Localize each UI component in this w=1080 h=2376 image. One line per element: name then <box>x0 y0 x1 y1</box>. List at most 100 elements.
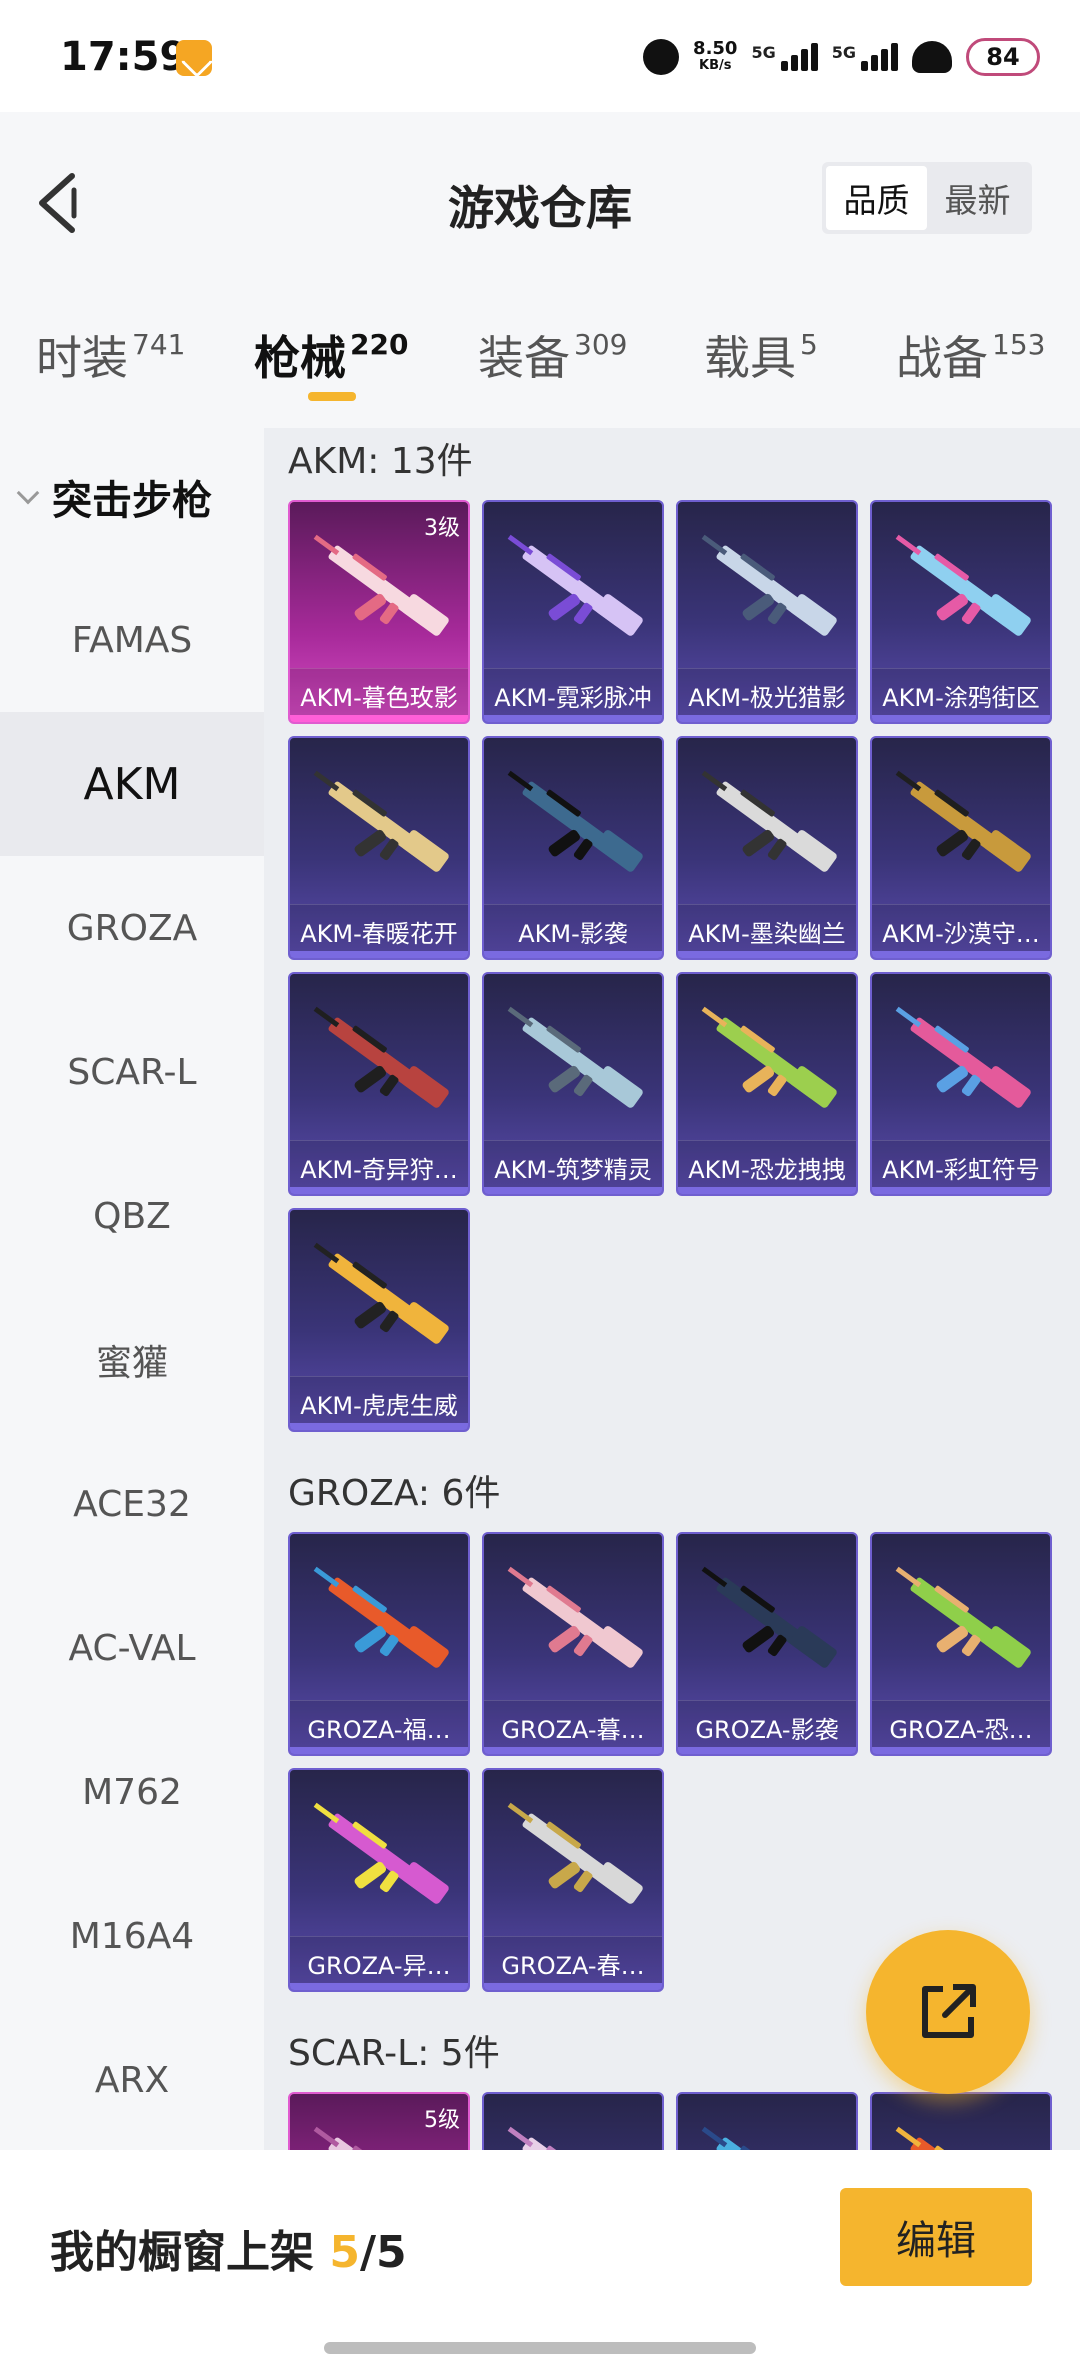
tab-equipment[interactable]: 装备 309 <box>478 322 627 388</box>
weapon-image <box>507 770 643 872</box>
skin-name: AKM-恐龙拽拽 <box>678 1140 856 1194</box>
chevron-down-icon <box>16 481 40 505</box>
skin-name: GROZA-春… <box>484 1936 662 1990</box>
skin-card[interactable]: GROZA-恐… <box>870 1532 1052 1756</box>
section-title-akm: AKM: 13件 <box>288 441 473 482</box>
rarity-bar <box>290 1187 468 1194</box>
skin-card[interactable] <box>482 2092 664 2150</box>
rarity-bar <box>872 1747 1050 1754</box>
page-header: 游戏仓库 品质 最新 <box>0 112 1080 282</box>
rarity-bar <box>484 951 662 958</box>
rarity-bar <box>290 715 468 722</box>
skin-card[interactable]: 5级 <box>288 2092 470 2150</box>
skin-card[interactable] <box>676 2092 858 2150</box>
sidebar-item-ace32[interactable]: ACE32 <box>0 1432 264 1576</box>
sidebar-item-ac-val[interactable]: AC-VAL <box>0 1576 264 1720</box>
skin-card[interactable]: GROZA-异… <box>288 1768 470 1992</box>
skin-card[interactable]: AKM-虎虎生威 <box>288 1208 470 1432</box>
skin-name: AKM-暮色玫影 <box>290 668 468 722</box>
sidebar-item-m16a4[interactable]: M16A4 <box>0 1864 264 2008</box>
active-tab-indicator <box>308 392 356 401</box>
share-button[interactable] <box>866 1930 1030 2094</box>
sidebar-item-honey-badger[interactable]: 蜜獾 <box>0 1288 264 1432</box>
sidebar-item-arx[interactable]: ARX <box>0 2008 264 2152</box>
sort-quality-button[interactable]: 品质 <box>826 166 927 230</box>
rarity-bar <box>678 715 856 722</box>
rarity-bar <box>484 1187 662 1194</box>
weapon-image <box>313 1242 449 1344</box>
skin-name: AKM-筑梦精灵 <box>484 1140 662 1194</box>
sidebar-item-qbz[interactable]: QBZ <box>0 1144 264 1288</box>
weapon-image <box>507 1802 643 1904</box>
skin-name: GROZA-恐… <box>872 1700 1050 1754</box>
home-indicator <box>324 2342 756 2354</box>
skin-name: AKM-墨染幽兰 <box>678 904 856 958</box>
skin-card[interactable]: AKM-涂鸦街区 <box>870 500 1052 724</box>
skin-card[interactable]: AKM-春暖花开 <box>288 736 470 960</box>
tab-supplies[interactable]: 战备 153 <box>896 322 1045 388</box>
weapon-image <box>701 1006 837 1108</box>
sidebar-item-groza[interactable]: GROZA <box>0 856 264 1000</box>
sidebar-item-m762[interactable]: M762 <box>0 1720 264 1864</box>
skin-card[interactable]: AKM-恐龙拽拽 <box>676 972 858 1196</box>
app-notification-icon <box>176 40 212 76</box>
status-time: 17:59 <box>60 34 188 80</box>
sidebar-item-famas[interactable]: FAMAS <box>0 568 264 712</box>
edit-button[interactable]: 编辑 <box>840 2188 1032 2286</box>
rarity-bar <box>484 1983 662 1990</box>
status-bar: 17:59 8.50 KB/s 5G 5G 84 <box>0 0 1080 112</box>
network-speed: 8.50 KB/s <box>693 38 738 74</box>
rarity-bar <box>290 951 468 958</box>
skin-name: AKM-霓彩脉冲 <box>484 668 662 722</box>
skin-card[interactable]: AKM-霓彩脉冲 <box>482 500 664 724</box>
skin-name: AKM-涂鸦街区 <box>872 668 1050 722</box>
skin-grid: AKM: 13件 GROZA: 6件 SCAR-L: 5件 3级 AKM-暮色玫影… <box>264 428 1080 2150</box>
weapon-image <box>313 1802 449 1904</box>
rarity-bar <box>484 1747 662 1754</box>
skin-card[interactable]: AKM-沙漠守… <box>870 736 1052 960</box>
skin-level-badge: 5级 <box>424 2108 460 2133</box>
sidebar-item-scar-l[interactable]: SCAR-L <box>0 1000 264 1144</box>
rarity-bar <box>678 951 856 958</box>
bottom-bar: 我的橱窗上架 5/5 编辑 <box>0 2150 1080 2376</box>
battery-icon: 84 <box>966 38 1040 76</box>
rarity-bar <box>484 715 662 722</box>
skin-card[interactable]: AKM-彩虹符号 <box>870 972 1052 1196</box>
rarity-bar <box>678 1187 856 1194</box>
skin-name: GROZA-影袭 <box>678 1700 856 1754</box>
rarity-bar <box>872 1187 1050 1194</box>
skin-name: GROZA-暮… <box>484 1700 662 1754</box>
weapon-image <box>895 2126 1015 2150</box>
skin-card[interactable] <box>870 2092 1052 2150</box>
skin-card[interactable]: GROZA-春… <box>482 1768 664 1992</box>
tab-guns[interactable]: 枪械 220 <box>254 322 408 388</box>
weapon-image <box>507 1006 643 1108</box>
skin-name: GROZA-异… <box>290 1936 468 1990</box>
weapon-image <box>313 770 449 872</box>
sort-newest-button[interactable]: 最新 <box>927 166 1028 230</box>
weapon-image <box>701 770 837 872</box>
skin-card[interactable]: GROZA-福… <box>288 1532 470 1756</box>
weapon-image <box>895 1006 1031 1108</box>
skin-card[interactable]: AKM-墨染幽兰 <box>676 736 858 960</box>
category-header[interactable]: 突击步枪 <box>16 468 212 526</box>
skin-card[interactable]: GROZA-影袭 <box>676 1532 858 1756</box>
alarm-icon <box>643 39 680 75</box>
skin-card[interactable]: AKM-筑梦精灵 <box>482 972 664 1196</box>
rarity-bar <box>872 951 1050 958</box>
skin-card[interactable]: AKM-奇异狩… <box>288 972 470 1196</box>
skin-card[interactable]: AKM-极光猎影 <box>676 500 858 724</box>
skin-card[interactable]: 3级 AKM-暮色玫影 <box>288 500 470 724</box>
weapon-image <box>507 1566 643 1668</box>
sidebar-item-akm[interactable]: AKM <box>0 712 264 856</box>
tab-vehicles[interactable]: 载具 5 <box>704 322 818 388</box>
rarity-bar <box>872 715 1050 722</box>
skin-card[interactable]: GROZA-暮… <box>482 1532 664 1756</box>
weapon-image <box>701 534 837 636</box>
weapon-image <box>313 1006 449 1108</box>
skin-name: AKM-沙漠守… <box>872 904 1050 958</box>
showcase-count: 我的橱窗上架 5/5 <box>50 2227 407 2278</box>
weapon-image <box>313 1566 449 1668</box>
tab-fashion[interactable]: 时装 741 <box>36 322 185 388</box>
skin-card[interactable]: AKM-影袭 <box>482 736 664 960</box>
